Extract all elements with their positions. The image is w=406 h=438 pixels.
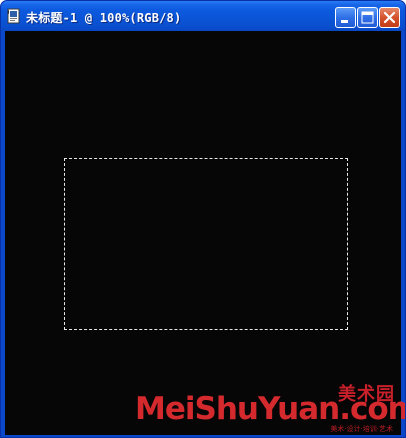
- maximize-icon: [361, 11, 374, 24]
- marquee-selection[interactable]: [64, 158, 348, 330]
- watermark-dot: .: [339, 391, 351, 427]
- minimize-icon: [341, 20, 348, 23]
- minimize-button[interactable]: [335, 7, 356, 28]
- watermark-brand: MeiShuYuan.com: [135, 391, 405, 427]
- photoshop-document-icon: [7, 8, 20, 24]
- maximize-button[interactable]: [357, 7, 378, 28]
- watermark-tagline: 美术·设计·培训·艺术: [330, 425, 393, 433]
- document-canvas[interactable]: 美术园 MeiShuYuan.com 美术·设计·培训·艺术: [5, 31, 405, 435]
- close-icon: [383, 11, 396, 24]
- watermark-brand-prefix: MeiShuYuan: [135, 391, 340, 427]
- document-window: 未标题-1 @ 100%(RGB/8) 美术园 MeiShuYuan.com 美…: [0, 0, 406, 438]
- title-bar[interactable]: 未标题-1 @ 100%(RGB/8): [1, 1, 405, 31]
- window-title: 未标题-1 @ 100%(RGB/8): [26, 11, 182, 25]
- watermark-brand-suffix: com: [350, 391, 405, 427]
- close-button[interactable]: [379, 7, 400, 28]
